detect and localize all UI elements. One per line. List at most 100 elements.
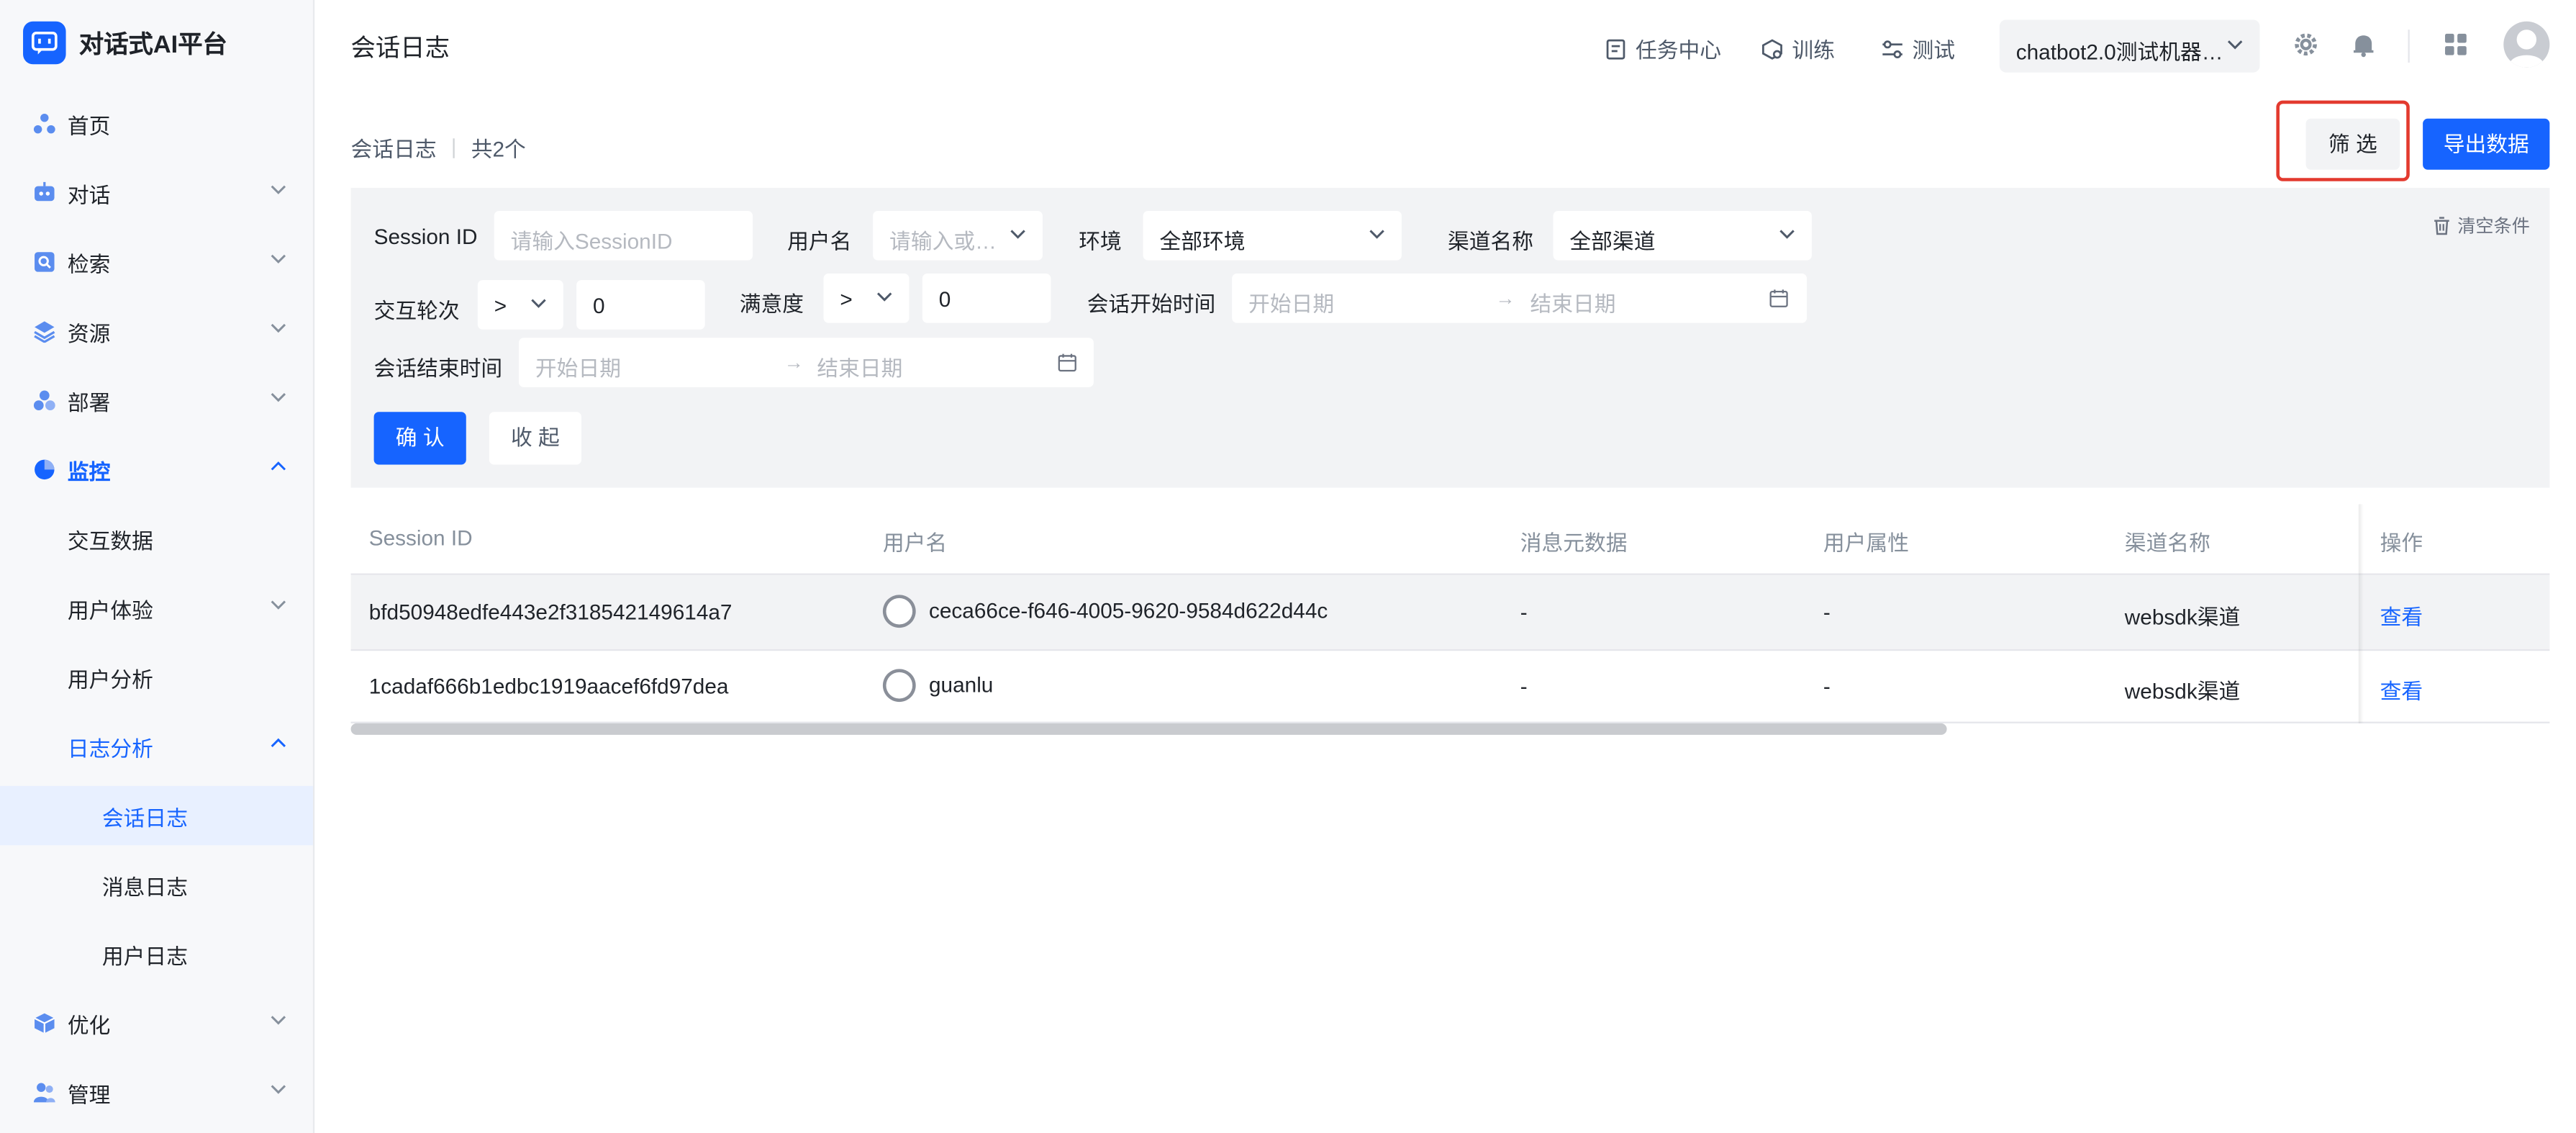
sidebar-item-retrieval[interactable]: 检索 [0, 233, 313, 292]
test-link[interactable]: 测试 [1881, 33, 1955, 64]
home-icon [31, 110, 58, 137]
divider [453, 137, 455, 158]
sidebar-item-manage[interactable]: 管理 [0, 1062, 313, 1121]
satisfaction-value-input[interactable]: 0 [922, 273, 1051, 323]
sidebar-item-label: 优化 [67, 1012, 111, 1037]
chevron-down-icon [271, 1085, 286, 1094]
users-icon [31, 1079, 58, 1106]
export-button[interactable]: 导出数据 [2423, 118, 2550, 170]
sidebar-item-label: 对话 [67, 181, 111, 207]
cell-channel: websdk渠道 [2124, 605, 2241, 630]
session-id-input[interactable]: 请输入SessionID [494, 210, 753, 261]
sidebar-item-user-log[interactable]: 用户日志 [0, 924, 313, 983]
end-time-range-picker[interactable]: 开始日期 [519, 338, 1094, 387]
task-list-icon [1606, 38, 1625, 59]
chevron-down-icon [271, 393, 286, 402]
filter-button[interactable]: 筛 选 [2305, 118, 2400, 170]
range-arrow: → [1495, 286, 1515, 310]
breadcrumb: 会话日志 共2个 [351, 132, 526, 163]
turns-value-input[interactable]: 0 [576, 280, 705, 330]
clear-conditions-label: 清空条件 [2457, 217, 2530, 238]
chevron-down-icon [271, 600, 286, 610]
gear-icon[interactable] [2292, 31, 2319, 58]
turns-label: 交互轮次 [373, 298, 460, 323]
satisfaction-operator-select[interactable]: > [823, 273, 910, 323]
chevron-down-icon [271, 323, 286, 333]
task-center-label: 任务中心 [1635, 37, 1722, 63]
divider [2408, 30, 2410, 63]
sidebar-item-user-experience[interactable]: 用户体验 [0, 578, 313, 637]
sidebar-item-deploy[interactable]: 部署 [0, 371, 313, 430]
sidebar-item-label: 监控 [67, 459, 111, 484]
divider [350, 649, 2550, 651]
robot-icon [31, 180, 58, 207]
calendar-icon [1058, 353, 1076, 372]
column-header-attributes: 用户属性 [1823, 531, 1909, 556]
chevron-down-icon [2227, 40, 2243, 50]
satisfaction-operator-value: > [840, 286, 853, 312]
cell-username: guanlu [928, 672, 994, 698]
sidebar-item-message-log[interactable]: 消息日志 [0, 855, 313, 914]
brand[interactable]: 对话式AI平台 [0, 0, 313, 86]
sidebar-item-dialogue[interactable]: 对话 [0, 163, 313, 222]
train-link[interactable]: 训练 [1761, 33, 1835, 64]
sidebar-item-resources[interactable]: 资源 [0, 302, 313, 361]
env-value: 全部环境 [1159, 229, 1246, 254]
end-time-label: 会话结束时间 [373, 356, 503, 381]
sidebar-item-monitor[interactable]: 监控 [0, 440, 313, 499]
sidebar-item-log-analysis[interactable]: 日志分析 [0, 717, 313, 776]
column-header-channel: 渠道名称 [2124, 531, 2210, 556]
end-time-from-placeholder: 开始日期 [535, 356, 621, 381]
top-bar: 会话日志 任务中心 训练 测试 chatbot2.0测试机器… [316, 0, 2576, 92]
sidebar-item-interaction-data[interactable]: 交互数据 [0, 509, 313, 568]
task-center-link[interactable]: 任务中心 [1604, 33, 1721, 64]
view-link[interactable]: 查看 [2380, 600, 2423, 631]
turns-operator-value: > [494, 293, 507, 318]
start-time-range-picker[interactable]: 开始日期 [1232, 273, 1808, 323]
end-time-to-placeholder: 结束日期 [817, 356, 903, 381]
sidebar-item-label: 用户日志 [101, 943, 188, 968]
horizontal-scrollbar[interactable] [350, 723, 1947, 735]
breadcrumb-title: 会话日志 [350, 136, 437, 162]
env-select[interactable]: 全部环境 [1143, 210, 1402, 261]
collapse-button[interactable]: 收 起 [489, 412, 582, 465]
view-link[interactable]: 查看 [2380, 674, 2423, 705]
column-header-metadata: 消息元数据 [1520, 531, 1628, 556]
confirm-button[interactable]: 确 认 [373, 412, 466, 465]
sidebar-item-optimize[interactable]: 优化 [0, 993, 313, 1052]
record-count: 共2个 [471, 136, 526, 162]
bot-select[interactable]: chatbot2.0测试机器… [1999, 19, 2260, 73]
sidebar-item-home[interactable]: 首页 [0, 94, 313, 153]
chevron-up-icon [271, 461, 286, 471]
chevron-down-icon [271, 185, 286, 194]
avatar[interactable] [2503, 21, 2550, 68]
test-sliders-icon [1882, 40, 1902, 58]
column-header-session-id: Session ID [368, 525, 473, 551]
cell-metadata: - [1520, 600, 1528, 625]
sidebar-item-label: 检索 [67, 251, 111, 276]
column-header-action: 操作 [2380, 531, 2423, 556]
chevron-up-icon [271, 738, 286, 747]
channel-select[interactable]: 全部渠道 [1553, 210, 1812, 261]
turns-operator-select[interactable]: > [477, 280, 563, 330]
deploy-icon [31, 387, 58, 414]
calendar-icon [1769, 289, 1788, 307]
app-name: 对话式AI平台 [78, 30, 227, 59]
bell-icon[interactable] [2350, 31, 2377, 58]
env-label: 环境 [1079, 229, 1122, 254]
sidebar-item-session-log[interactable]: 会话日志 [0, 785, 313, 846]
cell-attributes: - [1823, 674, 1831, 699]
cell-channel: websdk渠道 [2124, 679, 2241, 704]
username-select[interactable]: 请输入或… [873, 210, 1043, 261]
sidebar-item-user-analysis[interactable]: 用户分析 [0, 648, 313, 707]
apps-grid-icon[interactable] [2443, 31, 2470, 58]
avatar [882, 595, 916, 628]
sidebar-item-label: 部署 [67, 389, 111, 415]
clear-conditions-button[interactable]: 清空条件 [2433, 212, 2530, 239]
cell-session-id: bfd50948edfe443e2f318542149614a7 [368, 600, 733, 625]
bot-select-value: chatbot2.0测试机器… [2015, 39, 2223, 65]
username-label: 用户名 [787, 229, 852, 254]
avatar [882, 669, 916, 703]
chevron-down-icon [271, 1016, 286, 1025]
train-icon [1762, 38, 1782, 59]
